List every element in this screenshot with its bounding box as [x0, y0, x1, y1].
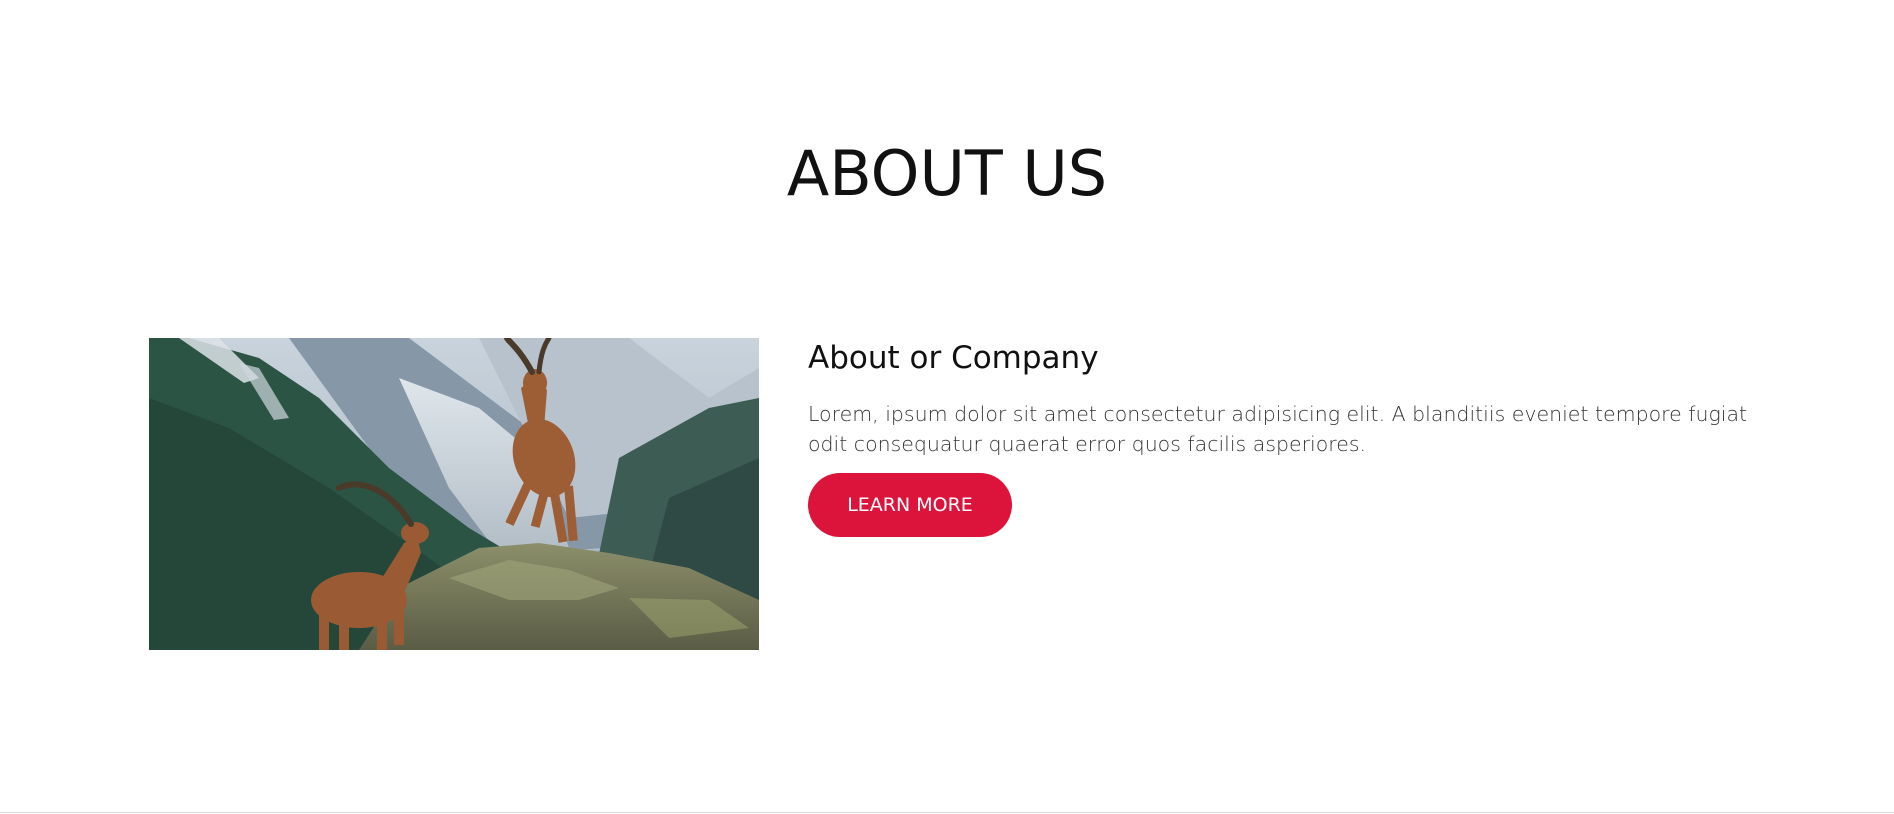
learn-more-button[interactable]: LEARN MORE: [808, 473, 1012, 538]
about-photo: [149, 338, 759, 650]
about-description: Lorem, ipsum dolor sit amet consectetur …: [808, 402, 1748, 457]
ibex-mountain-image: [149, 338, 759, 650]
section-divider: [0, 812, 1894, 813]
about-section: ABOUT US About or Company Lorem, ipsum d…: [0, 0, 1894, 814]
page-title: ABOUT US: [786, 137, 1108, 210]
about-heading: About or Company: [808, 340, 1099, 376]
about-content: About or Company Lorem, ipsum dolor sit …: [808, 340, 1768, 538]
